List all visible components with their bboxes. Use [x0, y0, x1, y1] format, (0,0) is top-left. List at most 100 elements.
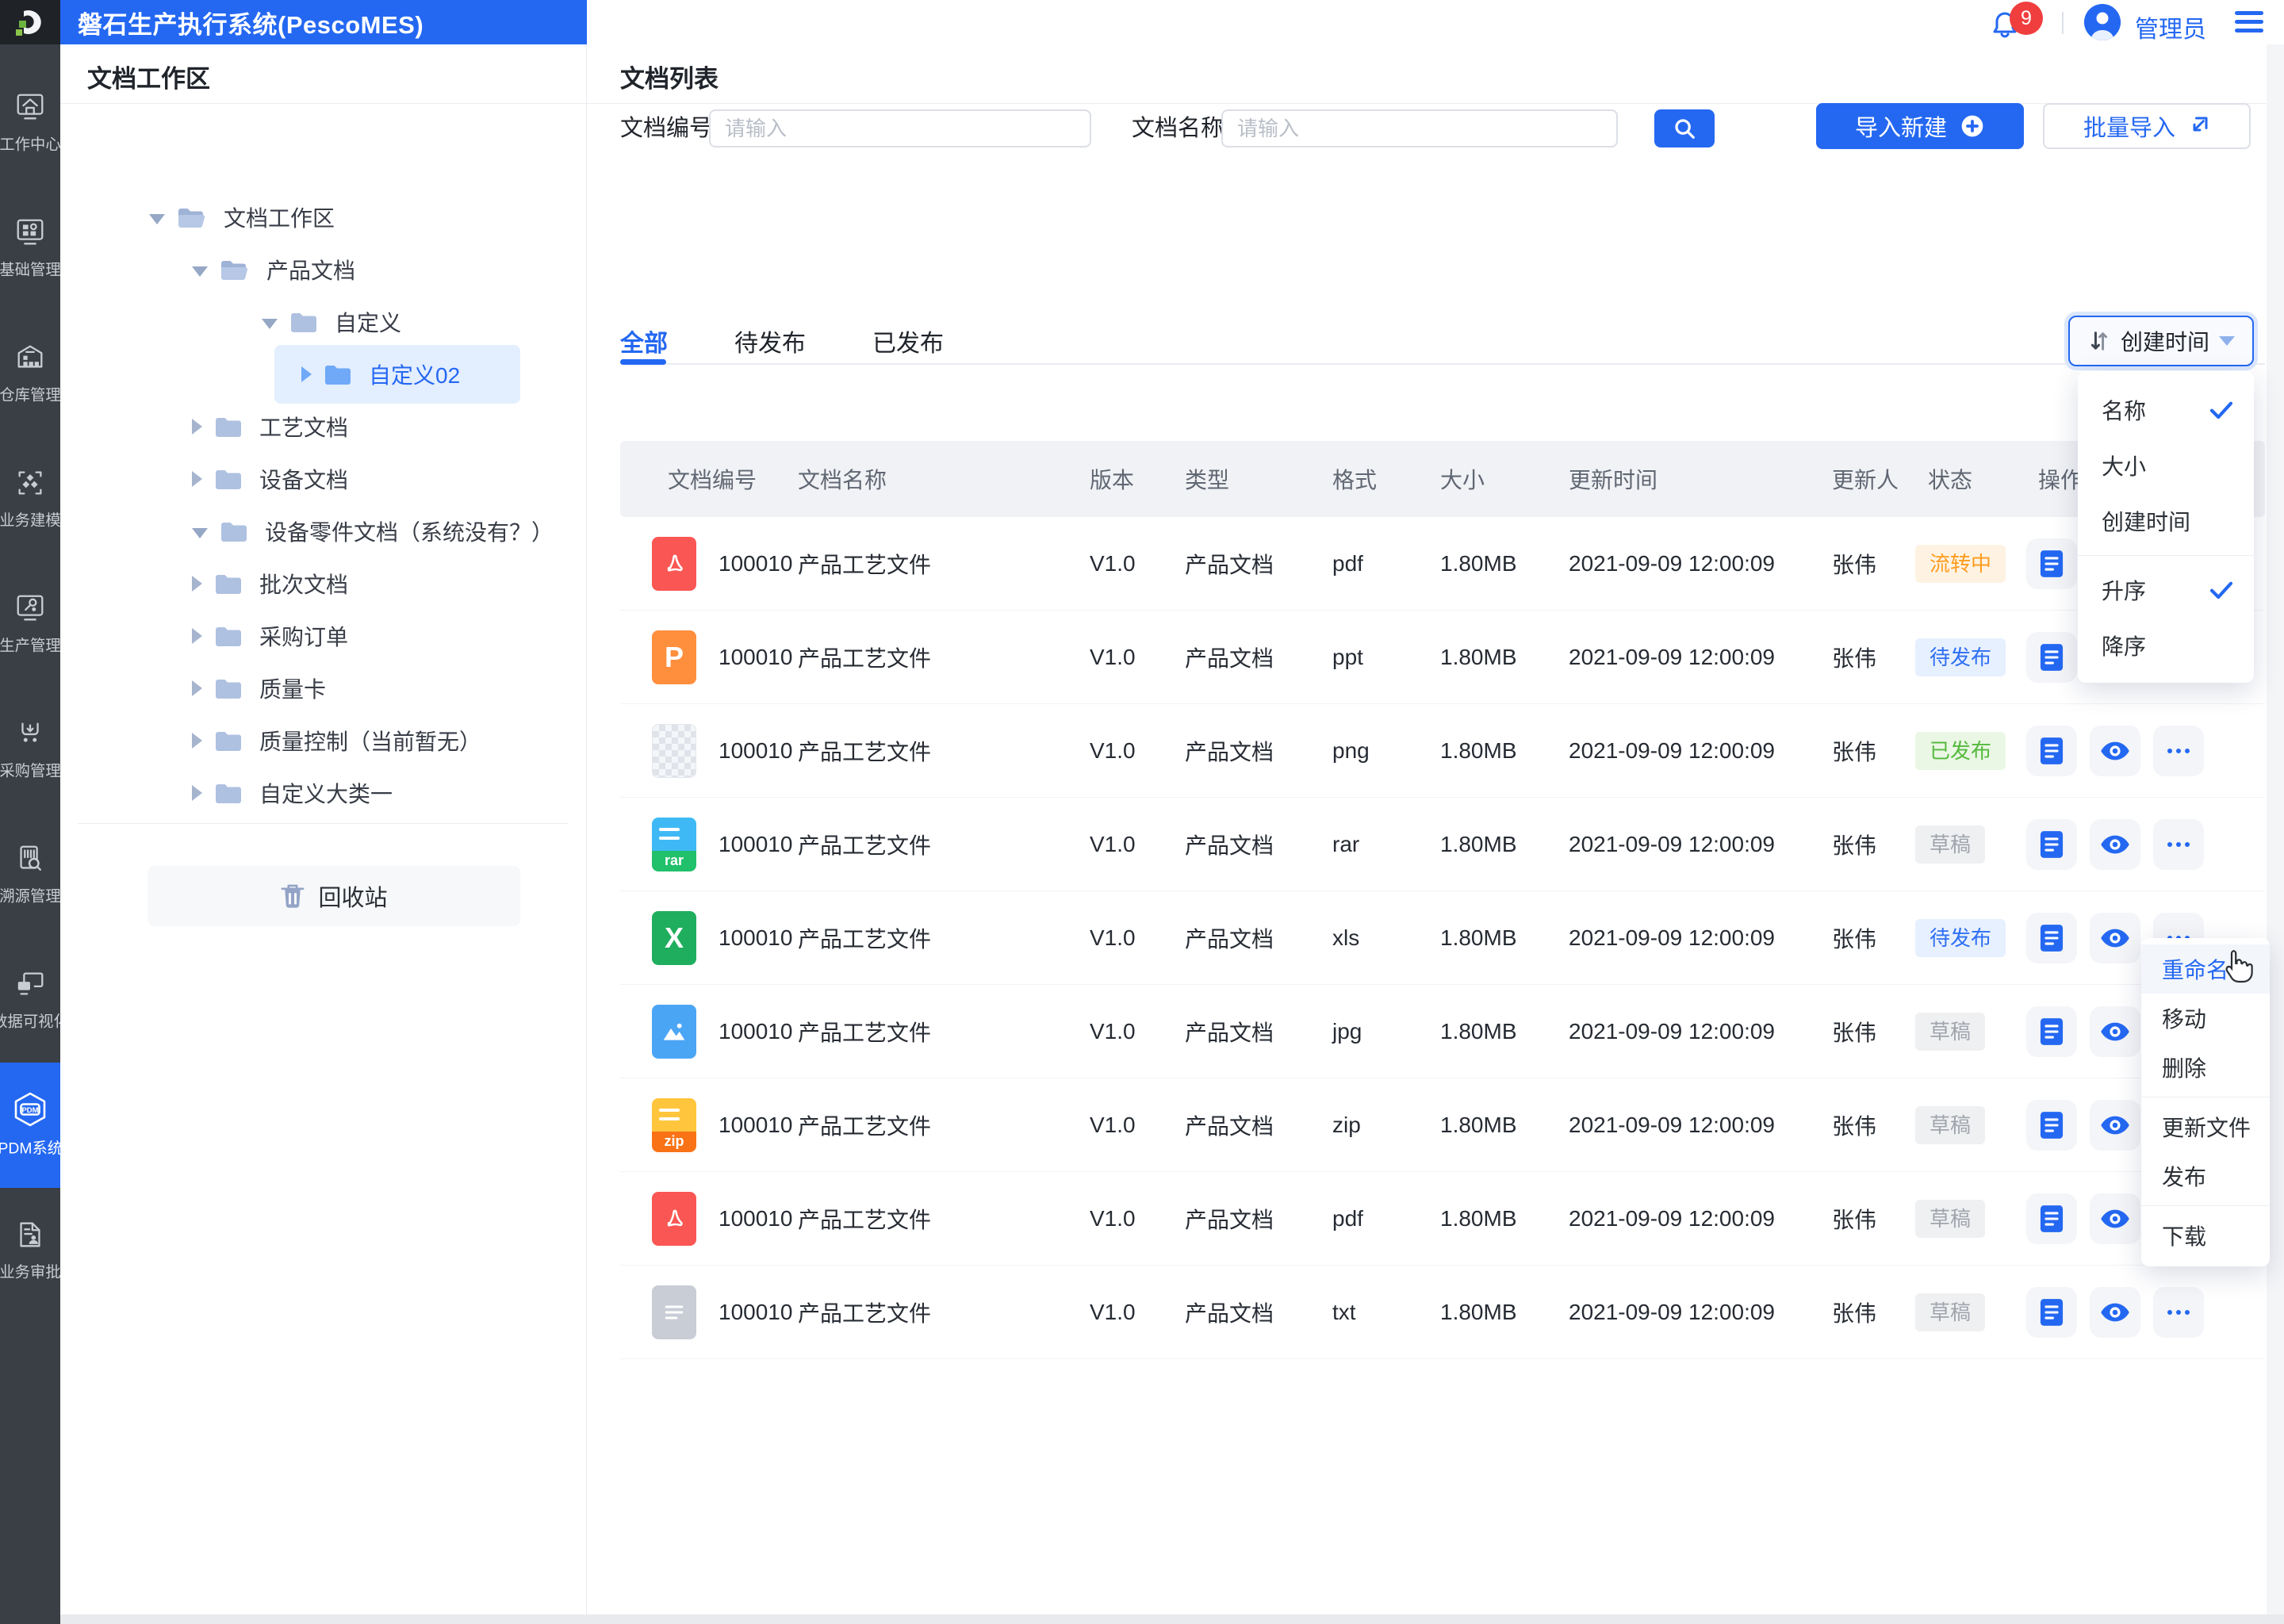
sort-option-升序[interactable]: 升序	[2078, 562, 2254, 618]
context-menu-item-移动[interactable]: 移动	[2141, 994, 2270, 1043]
row-actions	[2026, 725, 2265, 776]
sort-option-降序[interactable]: 降序	[2078, 618, 2254, 673]
recycle-bin-button[interactable]: 回收站	[148, 866, 520, 926]
modeling-icon	[13, 466, 47, 500]
caret-right-icon[interactable]	[192, 785, 202, 801]
doc-name-input[interactable]	[1221, 109, 1618, 147]
preview-eye-button[interactable]	[2090, 725, 2140, 776]
status-badge: 草稿	[1915, 1012, 1986, 1051]
check-icon	[2209, 580, 2233, 599]
sort-option-大小[interactable]: 大小	[2078, 438, 2254, 493]
cell-doc-id: 100010	[719, 737, 793, 763]
tree-item-工艺文档[interactable]: 工艺文档	[60, 400, 586, 453]
sidebar-item-数据可视化[interactable]: 数据可视化	[0, 937, 68, 1063]
cell-size: 1.80MB	[1440, 1205, 1517, 1231]
doc-no-input[interactable]	[709, 109, 1091, 147]
sidebar-item-溯源管理[interactable]: 溯源管理	[0, 812, 61, 937]
avatar[interactable]	[2084, 4, 2121, 40]
tree-item-质量卡[interactable]: 质量卡	[60, 662, 586, 714]
column-header-文档名称: 文档名称	[798, 468, 887, 492]
tree-item-批次文档[interactable]: 批次文档	[60, 557, 586, 610]
sort-option-创建时间[interactable]: 创建时间	[2078, 493, 2254, 549]
sidebar-item-采购管理[interactable]: 采购管理	[0, 687, 61, 812]
folder-tree: 文档工作区 产品文档自定义自定义02 工艺文档设备文档设备零件文档（系统没有？） 批次…	[60, 191, 586, 819]
doc-detail-button[interactable]	[2026, 538, 2077, 589]
more-actions-button[interactable]	[2153, 1286, 2204, 1338]
cell-updated: 2021-09-09 12:00:09	[1569, 1112, 1775, 1137]
cell-doc-name: 产品工艺文件	[798, 833, 932, 858]
cell-updated: 2021-09-09 12:00:09	[1569, 1205, 1775, 1231]
user-name[interactable]: 管理员	[2135, 10, 2206, 44]
menu-hamburger-icon[interactable]	[2235, 11, 2263, 37]
caret-down-icon[interactable]	[192, 527, 208, 538]
caret-right-icon[interactable]	[192, 628, 202, 644]
sidebar-item-仓库管理[interactable]: 仓库管理	[0, 311, 61, 436]
folder-icon	[215, 573, 242, 595]
tree-item-设备文档[interactable]: 设备文档	[60, 453, 586, 505]
doc-detail-button[interactable]	[2026, 1193, 2077, 1244]
sidebar-item-业务建模[interactable]: 业务建模	[0, 436, 61, 561]
tree-item-label: 设备文档	[259, 468, 349, 492]
search-button[interactable]	[1654, 109, 1715, 147]
batch-import-button[interactable]: 批量导入	[2043, 103, 2251, 149]
tree-item-质量控制（当前暂无）[interactable]: 质量控制（当前暂无）	[60, 714, 586, 767]
right-strip[interactable]	[2267, 44, 2284, 1614]
cell-format: png	[1332, 737, 1370, 763]
sidebar-item-PDM系统[interactable]: PDM PDM系统	[0, 1063, 63, 1188]
tree-item-设备零件文档（系统没有？）[interactable]: 设备零件文档（系统没有？）	[60, 505, 586, 557]
caret-right-icon[interactable]	[192, 680, 202, 696]
column-header-版本: 版本	[1090, 468, 1135, 492]
doc-detail-button[interactable]	[2026, 631, 2077, 683]
cell-updated: 2021-09-09 12:00:09	[1569, 925, 1775, 950]
context-menu-item-更新文件[interactable]: 更新文件	[2141, 1102, 2270, 1151]
import-new-button[interactable]: 导入新建	[1816, 103, 2024, 149]
txt-file-icon	[652, 1285, 696, 1339]
more-actions-button[interactable]	[2153, 818, 2204, 870]
preview-eye-button[interactable]	[2090, 912, 2140, 963]
sidebar-item-生产管理[interactable]: 生产管理	[0, 561, 61, 687]
preview-eye-button[interactable]	[2090, 1099, 2140, 1151]
tree-item-自定义大类一[interactable]: 自定义大类一	[60, 767, 586, 819]
preview-eye-button[interactable]	[2090, 1005, 2140, 1057]
tree-item-自定义02[interactable]: 自定义02	[60, 345, 586, 404]
context-menu-item-删除[interactable]: 删除	[2141, 1043, 2270, 1092]
context-menu-item-下载[interactable]: 下载	[2141, 1211, 2270, 1260]
more-actions-button[interactable]	[2153, 725, 2204, 776]
doc-detail-button[interactable]	[2026, 1005, 2077, 1057]
tab-待发布[interactable]: 待发布	[734, 324, 806, 358]
preview-eye-button[interactable]	[2090, 818, 2140, 870]
tree-item-label: 自定义	[335, 311, 402, 335]
cell-doc-id: 100010	[719, 1018, 793, 1044]
column-header-格式: 格式	[1332, 468, 1378, 492]
doc-detail-button[interactable]	[2026, 818, 2077, 870]
doc-detail-button[interactable]	[2026, 912, 2077, 963]
tab-全部[interactable]: 全部	[620, 324, 668, 358]
caret-right-icon[interactable]	[192, 733, 202, 749]
caret-right-icon[interactable]	[192, 419, 202, 435]
preview-eye-button[interactable]	[2090, 1286, 2140, 1338]
sidebar-item-工作中心[interactable]: 工作中心	[0, 60, 61, 186]
tree-item-产品文档[interactable]: 产品文档	[60, 243, 586, 296]
sort-option-名称[interactable]: 名称	[2078, 382, 2254, 438]
caret-right-icon[interactable]	[192, 576, 202, 592]
tree-panel-title: 文档工作区	[87, 65, 210, 93]
tree-item-采购订单[interactable]: 采购订单	[60, 610, 586, 662]
caret-down-icon[interactable]	[149, 213, 165, 224]
tab-已发布[interactable]: 已发布	[872, 324, 944, 358]
tree-item-文档工作区[interactable]: 文档工作区	[60, 191, 586, 243]
doc-detail-button[interactable]	[2026, 1099, 2077, 1151]
caret-down-icon[interactable]	[192, 266, 208, 277]
caret-down-icon[interactable]	[262, 318, 278, 329]
sidebar-item-基础管理[interactable]: 基础管理	[0, 186, 61, 311]
context-menu-item-发布[interactable]: 发布	[2141, 1151, 2270, 1201]
caret-right-icon[interactable]	[301, 366, 312, 382]
sidebar-item-业务审批[interactable]: 业务审批	[0, 1188, 61, 1313]
cell-format: pdf	[1332, 550, 1363, 576]
sidebar-item-label: 业务建模	[0, 511, 61, 529]
sort-dropdown-button[interactable]: 创建时间	[2068, 316, 2254, 366]
caret-right-icon[interactable]	[192, 471, 202, 487]
tree-item-自定义[interactable]: 自定义	[60, 296, 586, 348]
doc-detail-button[interactable]	[2026, 1286, 2077, 1338]
doc-detail-button[interactable]	[2026, 725, 2077, 776]
preview-eye-button[interactable]	[2090, 1193, 2140, 1244]
